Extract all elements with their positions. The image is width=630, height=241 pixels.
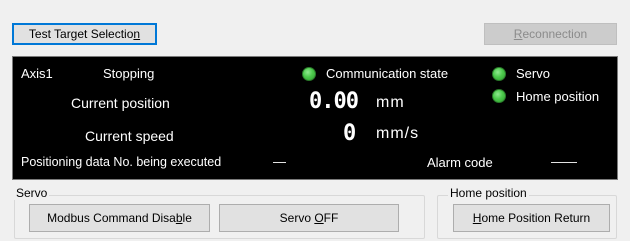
test-target-selection-label: Test Target Selection (28, 27, 141, 41)
current-position-value: 0.00 (309, 89, 359, 114)
home-position-return-label: Home Position Return (472, 211, 591, 225)
test-target-selection-button[interactable]: Test Target Selection (12, 23, 157, 45)
current-speed-unit: mm/s (376, 125, 420, 142)
reconnection-button[interactable]: Reconnection (484, 23, 617, 45)
current-position-unit: mm (376, 94, 405, 111)
current-speed-label: Current speed (85, 128, 174, 144)
current-speed-value: 0 (343, 121, 356, 146)
servo-off-button[interactable]: Servo OFF (219, 204, 399, 232)
positioning-data-value: — (273, 154, 286, 169)
modbus-command-disable-button[interactable]: Modbus Command Disable (29, 204, 210, 232)
servo-indicator-icon (492, 67, 506, 81)
home-position-return-button[interactable]: Home Position Return (453, 204, 610, 232)
axis-label: Axis1 (21, 66, 53, 81)
home-position-group-title: Home position (448, 186, 529, 200)
communication-state-label: Communication state (326, 66, 449, 81)
state-label: Stopping (103, 66, 155, 81)
home-position-status-label: Home position (516, 89, 600, 104)
status-panel: Axis1 Stopping Communication state Servo… (12, 56, 618, 180)
communication-state-indicator-icon (302, 67, 316, 81)
home-position-indicator-icon (492, 89, 506, 103)
servo-group-title: Servo (14, 186, 50, 200)
reconnection-label: Reconnection (513, 27, 588, 41)
current-position-label: Current position (71, 95, 170, 111)
alarm-code-value: —— (551, 154, 577, 169)
servo-off-label: Servo OFF (279, 211, 339, 225)
alarm-code-label: Alarm code (427, 155, 493, 170)
positioning-data-label: Positioning data No. being executed (21, 155, 222, 169)
modbus-command-disable-label: Modbus Command Disable (47, 211, 192, 225)
servo-status-label: Servo (516, 66, 550, 81)
